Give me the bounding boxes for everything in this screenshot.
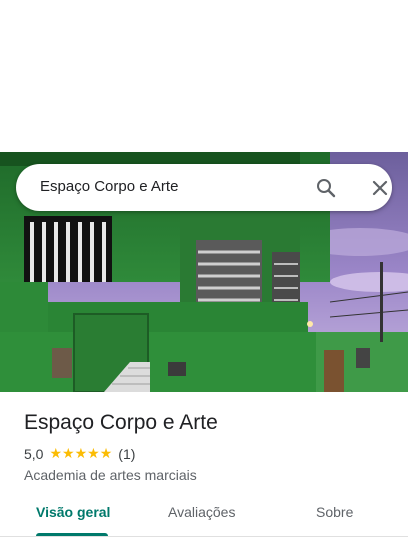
place-info: Espaço Corpo e Arte 5,0 ★ ★ ★ ★ ★ (1) Ac… xyxy=(24,410,394,483)
star-rating: ★ ★ ★ ★ ★ xyxy=(49,447,112,461)
place-category[interactable]: Academia de artes marciais xyxy=(24,467,394,483)
map-blank-area xyxy=(0,0,408,152)
tabs-divider xyxy=(0,536,408,537)
tab-overview[interactable]: Visão geral xyxy=(36,504,110,520)
search-input[interactable]: Espaço Corpo e Arte xyxy=(40,178,178,195)
rating-value: 5,0 xyxy=(24,446,44,462)
place-title: Espaço Corpo e Arte xyxy=(24,411,218,434)
star-icon: ★ xyxy=(62,446,75,462)
star-icon: ★ xyxy=(49,446,63,462)
star-icon: ★ xyxy=(99,446,113,462)
tab-about[interactable]: Sobre xyxy=(316,504,353,520)
close-icon[interactable] xyxy=(368,176,392,200)
search-icon[interactable] xyxy=(314,176,338,200)
star-icon: ★ xyxy=(74,446,88,462)
search-bar[interactable]: Espaço Corpo e Arte xyxy=(16,164,392,211)
star-icon: ★ xyxy=(87,446,100,462)
tab-reviews[interactable]: Avaliações xyxy=(168,504,235,520)
place-tabs: Visão geral Avaliações Sobre xyxy=(0,496,408,536)
review-count[interactable]: (1) xyxy=(118,446,135,462)
rating-row[interactable]: 5,0 ★ ★ ★ ★ ★ (1) xyxy=(24,445,394,463)
